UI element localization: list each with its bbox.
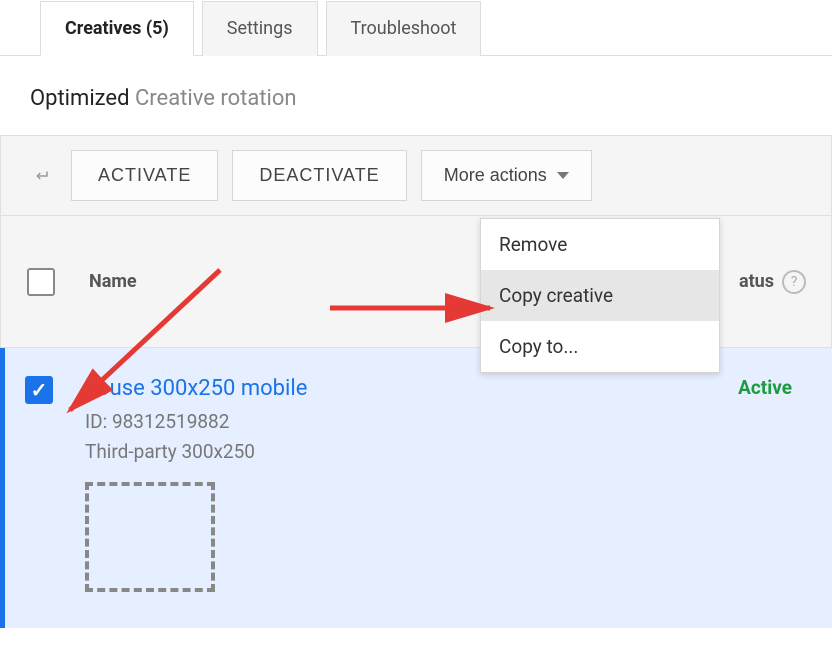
creative-preview-placeholder xyxy=(85,482,215,592)
rotation-subtitle: Optimized Creative rotation xyxy=(0,56,832,135)
status-badge: Active xyxy=(738,376,792,399)
activate-button[interactable]: ACTIVATE xyxy=(71,150,218,201)
tab-settings[interactable]: Settings xyxy=(202,1,318,56)
enter-icon xyxy=(25,167,57,185)
column-status: atus ? xyxy=(739,270,806,294)
more-actions-dropdown: Remove Copy creative Copy to... xyxy=(480,218,720,373)
select-all-checkbox[interactable] xyxy=(27,268,55,296)
creative-title-link[interactable]: house 300x250 mobile xyxy=(85,376,802,401)
dropdown-item-copy-to[interactable]: Copy to... xyxy=(481,321,719,372)
row-content: house 300x250 mobile ID: 98312519882 Thi… xyxy=(85,376,802,592)
table-row: ✓ house 300x250 mobile ID: 98312519882 T… xyxy=(0,348,832,628)
creative-id: ID: 98312519882 xyxy=(85,407,802,437)
chevron-down-icon xyxy=(557,172,569,179)
rotation-muted: Creative rotation xyxy=(135,86,297,111)
row-checkbox[interactable]: ✓ xyxy=(25,376,53,404)
deactivate-button[interactable]: DEACTIVATE xyxy=(232,150,406,201)
help-icon[interactable]: ? xyxy=(782,270,806,294)
dropdown-item-copy-creative[interactable]: Copy creative xyxy=(481,270,719,321)
more-actions-button[interactable]: More actions xyxy=(421,150,592,201)
column-name[interactable]: Name xyxy=(89,271,137,292)
tab-creatives[interactable]: Creatives (5) xyxy=(40,1,194,56)
rotation-strong: Optimized xyxy=(30,86,130,111)
check-icon: ✓ xyxy=(31,378,48,402)
tabs-bar: Creatives (5) Settings Troubleshoot xyxy=(0,0,832,56)
tab-troubleshoot[interactable]: Troubleshoot xyxy=(326,1,482,56)
more-actions-label: More actions xyxy=(444,165,547,186)
actions-bar: ACTIVATE DEACTIVATE More actions xyxy=(0,135,832,216)
dropdown-item-remove[interactable]: Remove xyxy=(481,219,719,270)
creative-type: Third-party 300x250 xyxy=(85,437,802,467)
